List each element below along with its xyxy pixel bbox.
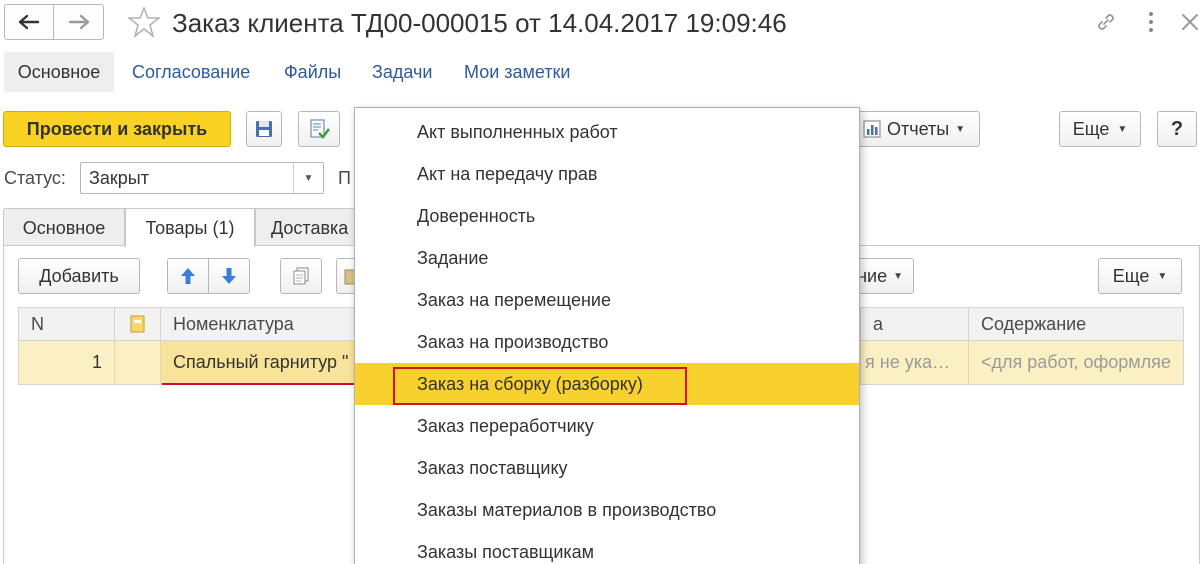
- menu-item[interactable]: Заказ на производство: [355, 321, 859, 363]
- more-label: Еще: [1112, 265, 1150, 286]
- arrow-left-icon: [18, 14, 40, 30]
- column-header-n[interactable]: N: [19, 308, 115, 340]
- arrow-right-icon: [68, 14, 89, 30]
- more-vertical-icon[interactable]: [1146, 9, 1156, 35]
- column-header-characteristic[interactable]: а: [861, 308, 969, 340]
- menu-item[interactable]: Заказы поставщикам: [355, 531, 859, 564]
- forward-button[interactable]: [54, 4, 104, 40]
- annotation-highlight-box: [393, 367, 687, 405]
- post-document-button[interactable]: [298, 111, 340, 147]
- more-actions-button[interactable]: Еще ▼: [1059, 111, 1141, 147]
- partial-label: П: [338, 168, 351, 188]
- tab-my-notes[interactable]: Мои заметки: [464, 52, 571, 92]
- post-document-icon: [310, 119, 330, 139]
- menu-item[interactable]: Задание: [355, 237, 859, 279]
- tab-main-section[interactable]: Основное: [3, 208, 125, 246]
- more-label: Еще: [1072, 118, 1110, 139]
- tab-tasks[interactable]: Задачи: [372, 52, 432, 92]
- annotation-underline: [162, 383, 358, 385]
- floppy-disk-icon: [256, 121, 272, 137]
- cell-characteristic[interactable]: я не ука…: [861, 341, 969, 384]
- arrow-up-icon: [181, 268, 195, 284]
- cell-content[interactable]: <для работ, оформляе: [969, 341, 1184, 384]
- table-more-button[interactable]: Еще ▼: [1098, 258, 1182, 294]
- add-row-button[interactable]: Добавить: [18, 258, 140, 294]
- menu-item[interactable]: Доверенность: [355, 195, 859, 237]
- status-value: Закрыт: [89, 168, 149, 188]
- arrow-down-icon: [222, 268, 236, 284]
- menu-item[interactable]: Заказ на перемещение: [355, 279, 859, 321]
- tab-approval[interactable]: Согласование: [132, 52, 250, 92]
- menu-item[interactable]: Заказ поставщику: [355, 447, 859, 489]
- cell-row-number: 1: [19, 341, 115, 384]
- link-icon[interactable]: [1094, 10, 1118, 34]
- tab-main[interactable]: Основное: [4, 52, 114, 92]
- post-and-close-button[interactable]: Провести и закрыть: [3, 111, 231, 147]
- copy-icon: [293, 267, 309, 285]
- chevron-down-icon: ▼: [1157, 270, 1168, 282]
- tab-delivery[interactable]: Доставка: [255, 208, 365, 246]
- menu-item[interactable]: Заказы материалов в производство: [355, 489, 859, 531]
- fill-label: ние: [857, 265, 888, 286]
- reports-icon: [863, 120, 881, 138]
- chevron-down-icon[interactable]: ▼: [293, 163, 323, 193]
- column-header-content[interactable]: Содержание: [969, 308, 1184, 340]
- cell-icon: [115, 341, 161, 384]
- reports-button[interactable]: Отчеты ▼: [852, 111, 980, 147]
- move-up-button[interactable]: [167, 258, 209, 294]
- favorite-star-icon[interactable]: [128, 6, 160, 38]
- back-button[interactable]: [4, 4, 54, 40]
- column-header-icon[interactable]: [115, 308, 161, 340]
- menu-item[interactable]: Акт выполненных работ: [355, 111, 859, 153]
- tab-goods[interactable]: Товары (1): [125, 208, 255, 247]
- status-label: Статус:: [4, 168, 66, 188]
- save-button[interactable]: [246, 111, 282, 147]
- document-icon: [130, 315, 144, 333]
- menu-item[interactable]: Заказ переработчику: [355, 405, 859, 447]
- close-icon[interactable]: [1180, 12, 1200, 32]
- menu-item[interactable]: Акт на передачу прав: [355, 153, 859, 195]
- help-button[interactable]: ?: [1157, 111, 1197, 147]
- reports-label: Отчеты: [887, 118, 950, 139]
- chevron-down-icon: ▼: [1117, 123, 1128, 135]
- copy-row-button[interactable]: [280, 258, 322, 294]
- status-select[interactable]: Закрыт ▼: [80, 162, 324, 194]
- chevron-down-icon: ▼: [893, 270, 903, 282]
- tab-files[interactable]: Файлы: [284, 52, 341, 92]
- create-based-on-menu: Акт выполненных работ Акт на передачу пр…: [354, 107, 860, 564]
- chevron-down-icon: ▼: [955, 123, 966, 135]
- move-down-button[interactable]: [208, 258, 250, 294]
- page-title: Заказ клиента ТД00-000015 от 14.04.2017 …: [172, 8, 787, 38]
